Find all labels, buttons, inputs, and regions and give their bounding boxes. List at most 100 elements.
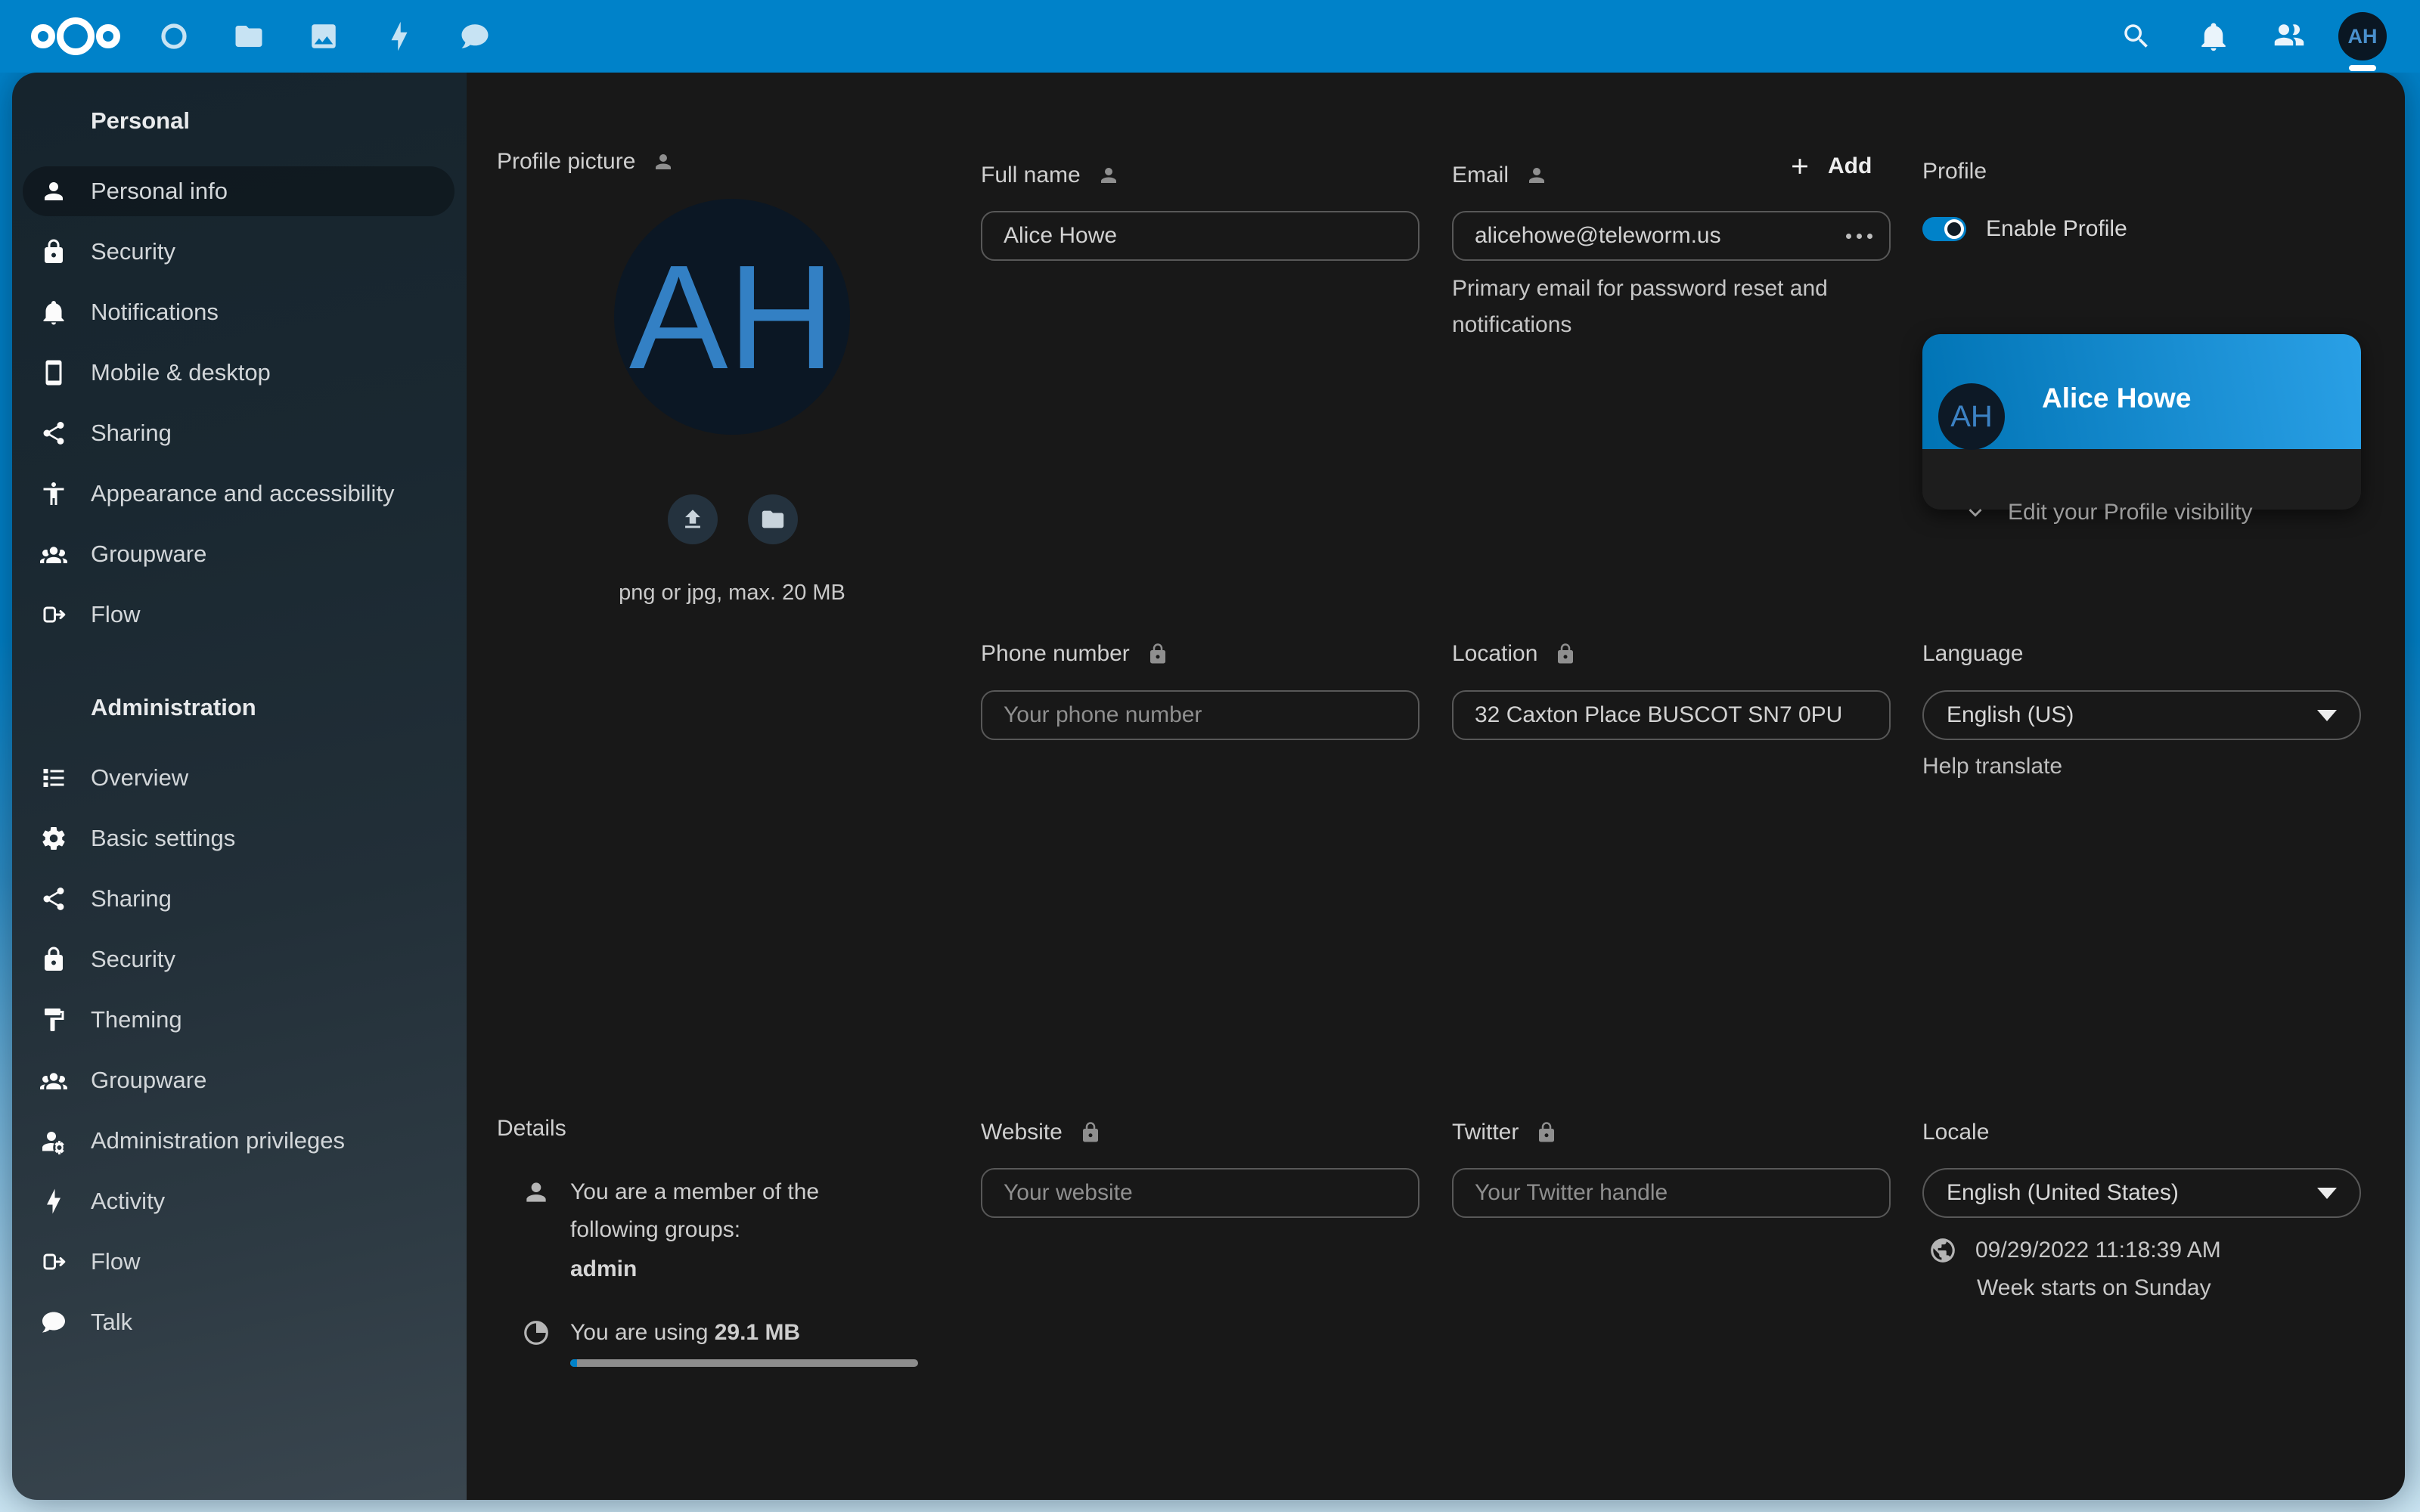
sidebar-item-groupware[interactable]: Groupware xyxy=(23,529,455,579)
lock-icon xyxy=(40,238,67,265)
profile-visibility-row[interactable]: Edit your Profile visibility xyxy=(1962,500,2252,525)
add-email-button[interactable]: Add xyxy=(1782,153,1876,180)
bell-icon[interactable] xyxy=(2198,20,2229,52)
sidebar-item-theming[interactable]: Theming xyxy=(23,995,455,1045)
profile-picture-label: Profile picture xyxy=(497,149,635,175)
locale-datetime: 09/29/2022 11:18:39 AM xyxy=(1975,1232,2221,1269)
share-icon xyxy=(40,420,67,447)
email-label: Email xyxy=(1452,163,1509,188)
enable-profile-row: Enable Profile xyxy=(1922,216,2127,242)
activity-icon[interactable] xyxy=(383,20,415,52)
quota-row: You are using 29.1 MB xyxy=(522,1314,800,1352)
full-name-label: Full name xyxy=(981,163,1081,188)
sidebar-item-admin-flow[interactable]: Flow xyxy=(23,1237,455,1287)
sidebar-item-basic-settings[interactable]: Basic settings xyxy=(23,813,455,863)
location-input[interactable] xyxy=(1452,690,1891,740)
accessibility-icon xyxy=(40,480,67,507)
sidebar-item-appearance[interactable]: Appearance and accessibility xyxy=(23,469,455,519)
email-label-row: Email xyxy=(1452,159,1548,192)
groups-text: You are a member of the following groups… xyxy=(570,1173,885,1249)
locale-value: English (United States) xyxy=(1947,1180,2179,1206)
profile-picture-avatar: AH xyxy=(614,199,850,435)
email-actions-icon[interactable] xyxy=(1846,234,1872,239)
profile-card[interactable]: AH Alice Howe xyxy=(1922,334,2361,510)
gear-icon xyxy=(40,825,67,852)
sidebar-item-flow[interactable]: Flow xyxy=(23,590,455,640)
choose-from-files-button[interactable] xyxy=(748,494,798,544)
quota-icon xyxy=(522,1318,551,1347)
language-value: English (US) xyxy=(1947,702,2074,728)
personal-info-content: Profile picture AH png or jpg, max. 20 M… xyxy=(467,73,2405,1500)
avatar-hint: png or jpg, max. 20 MB xyxy=(497,581,967,606)
lock-scope-icon[interactable] xyxy=(1146,643,1169,665)
twitter-input[interactable] xyxy=(1452,1168,1891,1218)
active-app-indicator xyxy=(2349,65,2376,71)
email-helper-text: Primary email for password reset and not… xyxy=(1452,271,1876,343)
sidebar-heading-personal: Personal xyxy=(12,98,467,144)
week-start-note: Week starts on Sunday xyxy=(1977,1269,2211,1307)
upload-icon xyxy=(680,507,706,532)
help-translate-link[interactable]: Help translate xyxy=(1922,754,2062,779)
sidebar-item-activity[interactable]: Activity xyxy=(23,1176,455,1226)
profile-visibility-label: Edit your Profile visibility xyxy=(2008,500,2252,525)
sidebar-item-sharing[interactable]: Sharing xyxy=(23,408,455,458)
language-select[interactable]: English (US) xyxy=(1922,690,2361,740)
photos-icon[interactable] xyxy=(308,20,340,52)
contacts-icon[interactable] xyxy=(2273,20,2305,52)
search-icon[interactable] xyxy=(2121,20,2152,52)
phone-input[interactable] xyxy=(981,690,1419,740)
federated-scope-icon[interactable] xyxy=(1525,164,1548,187)
bell-icon xyxy=(40,299,67,326)
enable-profile-label: Enable Profile xyxy=(1986,216,2127,242)
sidebar-item-personal-info[interactable]: Personal info xyxy=(23,166,455,216)
full-name-input[interactable] xyxy=(981,211,1419,261)
twitter-label-row: Twitter xyxy=(1452,1116,1558,1149)
account-group-icon xyxy=(40,1067,67,1094)
talk-icon xyxy=(40,1309,67,1336)
flow-icon xyxy=(40,601,67,628)
files-icon[interactable] xyxy=(233,20,265,52)
quota-text: You are using xyxy=(570,1320,715,1345)
profile-card-name: Alice Howe xyxy=(2042,383,2191,414)
website-label-row: Website xyxy=(981,1116,1102,1149)
federated-scope-icon[interactable] xyxy=(652,150,675,173)
sidebar-item-admin-sharing[interactable]: Sharing xyxy=(23,874,455,924)
dashboard-icon[interactable] xyxy=(158,20,190,52)
account-cog-icon xyxy=(40,1127,67,1154)
nextcloud-logo[interactable] xyxy=(30,17,121,56)
enable-profile-toggle[interactable] xyxy=(1922,217,1966,241)
phone-label: Phone number xyxy=(981,641,1130,667)
talk-icon[interactable] xyxy=(459,20,491,52)
email-input[interactable] xyxy=(1452,211,1891,261)
locale-select[interactable]: English (United States) xyxy=(1922,1168,2361,1218)
sidebar-item-admin-security[interactable]: Security xyxy=(23,934,455,984)
lock-scope-icon[interactable] xyxy=(1554,643,1577,665)
website-input[interactable] xyxy=(981,1168,1419,1218)
upload-avatar-button[interactable] xyxy=(668,494,718,544)
list-icon xyxy=(40,764,67,792)
lock-scope-icon[interactable] xyxy=(1079,1121,1102,1144)
profile-card-avatar: AH xyxy=(1938,383,2005,450)
settings-sidebar: Personal Personal info Security Notifica… xyxy=(12,73,467,1500)
federated-scope-icon[interactable] xyxy=(1097,164,1120,187)
details-heading: Details xyxy=(497,1116,566,1142)
location-label-row: Location xyxy=(1452,637,1577,671)
caret-down-icon xyxy=(2317,1188,2337,1199)
lock-icon xyxy=(40,946,67,973)
user-avatar[interactable]: AH xyxy=(2338,12,2387,60)
locale-label: Locale xyxy=(1922,1120,1989,1145)
sidebar-item-admin-groupware[interactable]: Groupware xyxy=(23,1055,455,1105)
person-icon xyxy=(522,1178,551,1207)
lock-scope-icon[interactable] xyxy=(1535,1121,1558,1144)
sidebar-item-overview[interactable]: Overview xyxy=(23,753,455,803)
full-name-label-row: Full name xyxy=(981,159,1120,192)
profile-picture-label-row: Profile picture xyxy=(497,145,675,178)
sidebar-item-security[interactable]: Security xyxy=(23,227,455,277)
sidebar-item-mobile-desktop[interactable]: Mobile & desktop xyxy=(23,348,455,398)
twitter-label: Twitter xyxy=(1452,1120,1519,1145)
sidebar-item-talk[interactable]: Talk xyxy=(23,1297,455,1347)
paint-roller-icon xyxy=(40,1006,67,1033)
sidebar-item-notifications[interactable]: Notifications xyxy=(23,287,455,337)
sidebar-item-admin-privileges[interactable]: Administration privileges xyxy=(23,1116,455,1166)
website-label: Website xyxy=(981,1120,1063,1145)
